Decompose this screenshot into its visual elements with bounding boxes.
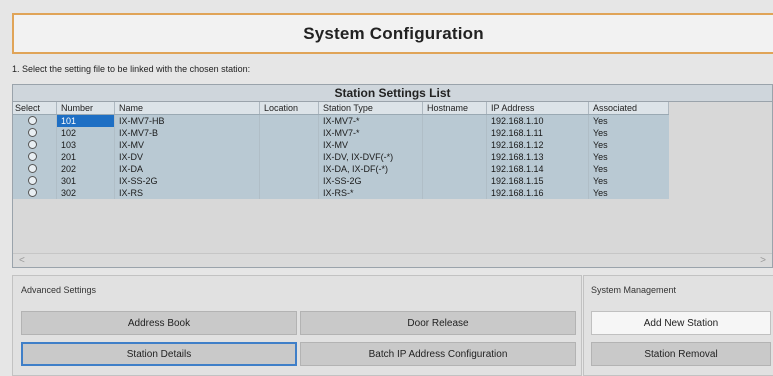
station-number: 101 bbox=[57, 115, 115, 127]
row-select bbox=[13, 163, 57, 175]
batch-ip-config-button[interactable]: Batch IP Address Configuration bbox=[300, 342, 576, 366]
table-row[interactable]: 103 IX-MV IX-MV 192.168.1.12 Yes bbox=[13, 139, 669, 151]
station-location bbox=[260, 163, 319, 175]
advanced-settings-panel: Advanced Settings Address Book Door Rele… bbox=[12, 275, 582, 376]
station-location bbox=[260, 151, 319, 163]
station-ip: 192.168.1.10 bbox=[487, 115, 589, 127]
station-location bbox=[260, 115, 319, 127]
column-header-station-type[interactable]: Station Type bbox=[319, 102, 423, 114]
station-type: IX-MV7-* bbox=[319, 115, 423, 127]
station-hostname bbox=[423, 163, 487, 175]
row-select bbox=[13, 127, 57, 139]
station-name: IX-SS-2G bbox=[115, 175, 260, 187]
station-number: 102 bbox=[57, 127, 115, 139]
address-book-button[interactable]: Address Book bbox=[21, 311, 297, 335]
station-ip: 192.168.1.14 bbox=[487, 163, 589, 175]
station-settings-panel: Station Settings List Select Number Name… bbox=[12, 84, 773, 268]
station-name: IX-MV7-HB bbox=[115, 115, 260, 127]
station-type: IX-MV bbox=[319, 139, 423, 151]
column-header-location[interactable]: Location bbox=[260, 102, 319, 114]
door-release-button[interactable]: Door Release bbox=[300, 311, 576, 335]
column-header-select[interactable]: Select bbox=[13, 102, 57, 114]
title-bar: System Configuration bbox=[12, 13, 773, 54]
column-header-ip-address[interactable]: IP Address bbox=[487, 102, 589, 114]
station-hostname bbox=[423, 175, 487, 187]
station-number: 103 bbox=[57, 139, 115, 151]
station-associated: Yes bbox=[593, 164, 608, 174]
station-associated: Yes bbox=[593, 140, 608, 150]
row-select bbox=[13, 175, 57, 187]
table-row[interactable]: 301 IX-SS-2G IX-SS-2G 192.168.1.15 Yes bbox=[13, 175, 669, 187]
station-name: IX-MV7-B bbox=[115, 127, 260, 139]
column-header-hostname[interactable]: Hostname bbox=[423, 102, 487, 114]
select-radio[interactable] bbox=[28, 152, 37, 161]
station-removal-button[interactable]: Station Removal bbox=[591, 342, 771, 366]
station-associated: Yes bbox=[593, 128, 608, 138]
station-location bbox=[260, 187, 319, 199]
row-select bbox=[13, 139, 57, 151]
station-location bbox=[260, 127, 319, 139]
station-number: 201 bbox=[57, 151, 115, 163]
scroll-right-icon[interactable]: > bbox=[760, 255, 766, 266]
station-ip: 192.168.1.13 bbox=[487, 151, 589, 163]
select-radio[interactable] bbox=[28, 176, 37, 185]
station-name: IX-DV bbox=[115, 151, 260, 163]
station-ip: 192.168.1.12 bbox=[487, 139, 589, 151]
row-select bbox=[13, 151, 57, 163]
station-type: IX-DV, IX-DVF(-*) bbox=[319, 151, 423, 163]
select-radio[interactable] bbox=[28, 116, 37, 125]
instruction-text: 1. Select the setting file to be linked … bbox=[12, 64, 251, 74]
select-radio[interactable] bbox=[28, 164, 37, 173]
station-location bbox=[260, 175, 319, 187]
station-details-button[interactable]: Station Details bbox=[21, 342, 297, 366]
system-management-panel: System Management Add New Station Statio… bbox=[583, 275, 773, 376]
table-row[interactable]: 101 IX-MV7-HB IX-MV7-* 192.168.1.10 Yes bbox=[13, 115, 669, 127]
station-associated: Yes bbox=[593, 116, 608, 126]
station-associated: Yes bbox=[593, 152, 608, 162]
station-ip: 192.168.1.16 bbox=[487, 187, 589, 199]
table-header: Select Number Name Location Station Type… bbox=[13, 102, 669, 115]
station-type: IX-SS-2G bbox=[319, 175, 423, 187]
select-radio[interactable] bbox=[28, 140, 37, 149]
table-row[interactable]: 202 IX-DA IX-DA, IX-DF(-*) 192.168.1.14 … bbox=[13, 163, 669, 175]
system-management-label: System Management bbox=[591, 285, 677, 295]
station-hostname bbox=[423, 139, 487, 151]
station-location bbox=[260, 139, 319, 151]
station-hostname bbox=[423, 151, 487, 163]
station-ip: 192.168.1.15 bbox=[487, 175, 589, 187]
column-header-associated[interactable]: Associated bbox=[589, 102, 669, 114]
scroll-left-icon[interactable]: < bbox=[19, 255, 25, 266]
station-name: IX-MV bbox=[115, 139, 260, 151]
station-hostname bbox=[423, 115, 487, 127]
horizontal-scrollbar[interactable]: < > bbox=[13, 253, 772, 267]
station-associated: Yes bbox=[593, 176, 608, 186]
station-associated: Yes bbox=[593, 188, 608, 198]
station-type: IX-MV7-* bbox=[319, 127, 423, 139]
station-number: 302 bbox=[57, 187, 115, 199]
station-hostname bbox=[423, 127, 487, 139]
page-title: System Configuration bbox=[303, 23, 484, 43]
station-number: 301 bbox=[57, 175, 115, 187]
station-type: IX-DA, IX-DF(-*) bbox=[319, 163, 423, 175]
station-number: 202 bbox=[57, 163, 115, 175]
station-hostname bbox=[423, 187, 487, 199]
station-list-title: Station Settings List bbox=[13, 85, 772, 102]
select-radio[interactable] bbox=[28, 188, 37, 197]
station-table: Select Number Name Location Station Type… bbox=[13, 102, 669, 199]
advanced-settings-label: Advanced Settings bbox=[21, 285, 97, 295]
column-header-number[interactable]: Number bbox=[57, 102, 115, 114]
column-header-name[interactable]: Name bbox=[115, 102, 260, 114]
table-row[interactable]: 302 IX-RS IX-RS-* 192.168.1.16 Yes bbox=[13, 187, 669, 199]
station-name: IX-RS bbox=[115, 187, 260, 199]
row-select bbox=[13, 187, 57, 199]
table-row[interactable]: 102 IX-MV7-B IX-MV7-* 192.168.1.11 Yes bbox=[13, 127, 669, 139]
station-type: IX-RS-* bbox=[319, 187, 423, 199]
table-row[interactable]: 201 IX-DV IX-DV, IX-DVF(-*) 192.168.1.13… bbox=[13, 151, 669, 163]
select-radio[interactable] bbox=[28, 128, 37, 137]
station-ip: 192.168.1.11 bbox=[487, 127, 589, 139]
row-select bbox=[13, 115, 57, 127]
station-name: IX-DA bbox=[115, 163, 260, 175]
add-new-station-button[interactable]: Add New Station bbox=[591, 311, 771, 335]
